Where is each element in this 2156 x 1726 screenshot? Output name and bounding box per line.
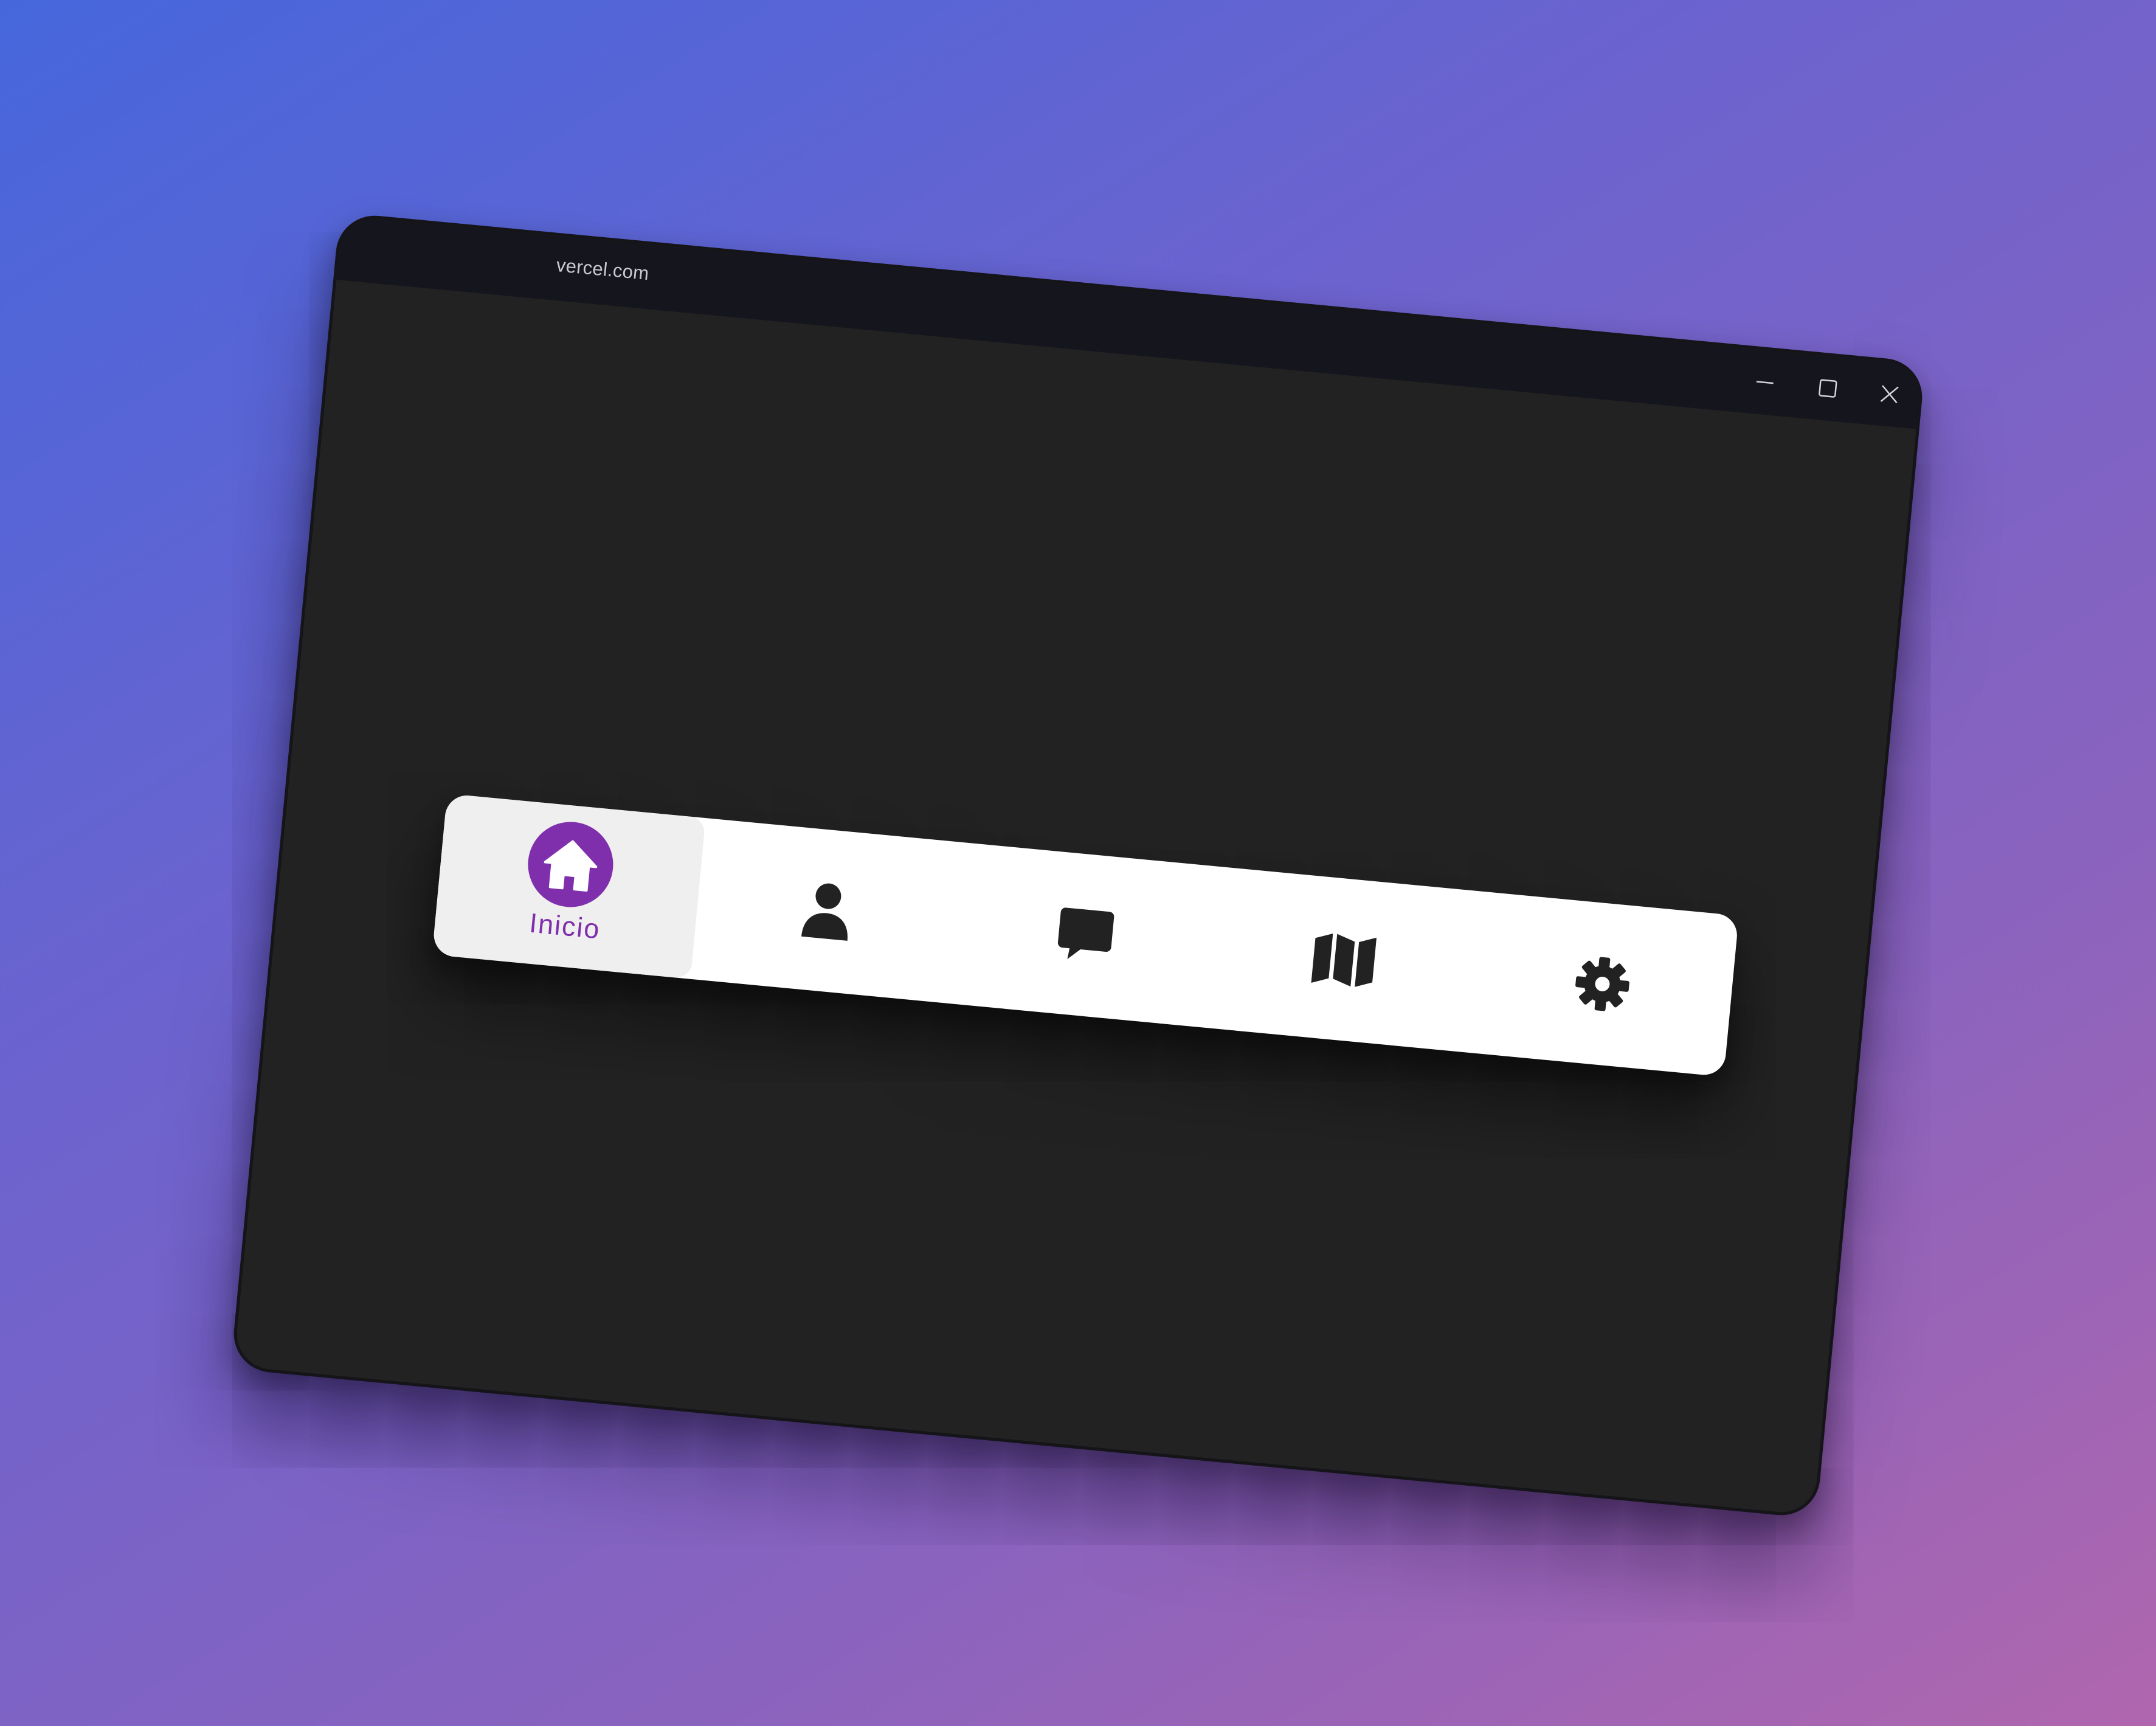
map-icon [1310, 931, 1378, 988]
url-text[interactable]: vercel.com [555, 254, 649, 285]
close-button[interactable] [1867, 373, 1913, 415]
nav-label-home: Inicio [528, 907, 602, 945]
maximize-button[interactable] [1805, 367, 1851, 409]
nav-item-home[interactable]: Inicio [432, 793, 706, 979]
nav-item-messages[interactable] [948, 842, 1222, 1028]
close-icon [1879, 384, 1900, 405]
desktop-background: vercel.com Inicio [0, 0, 2156, 1726]
minimize-button[interactable] [1742, 362, 1788, 403]
home-icon [541, 836, 601, 892]
gear-icon [1572, 954, 1633, 1014]
nav-item-settings[interactable] [1465, 892, 1739, 1077]
maximize-icon [1817, 378, 1839, 399]
nav-item-profile[interactable] [690, 818, 964, 1003]
minimize-icon [1754, 372, 1775, 393]
chat-icon [1055, 905, 1116, 966]
browser-window: vercel.com Inicio [230, 212, 1926, 1519]
title-bar[interactable]: vercel.com [336, 215, 1923, 429]
bottom-navigation-bar: Inicio [432, 793, 1740, 1077]
user-icon [800, 879, 854, 942]
nav-item-map[interactable] [1207, 867, 1481, 1052]
active-indicator [524, 818, 618, 911]
